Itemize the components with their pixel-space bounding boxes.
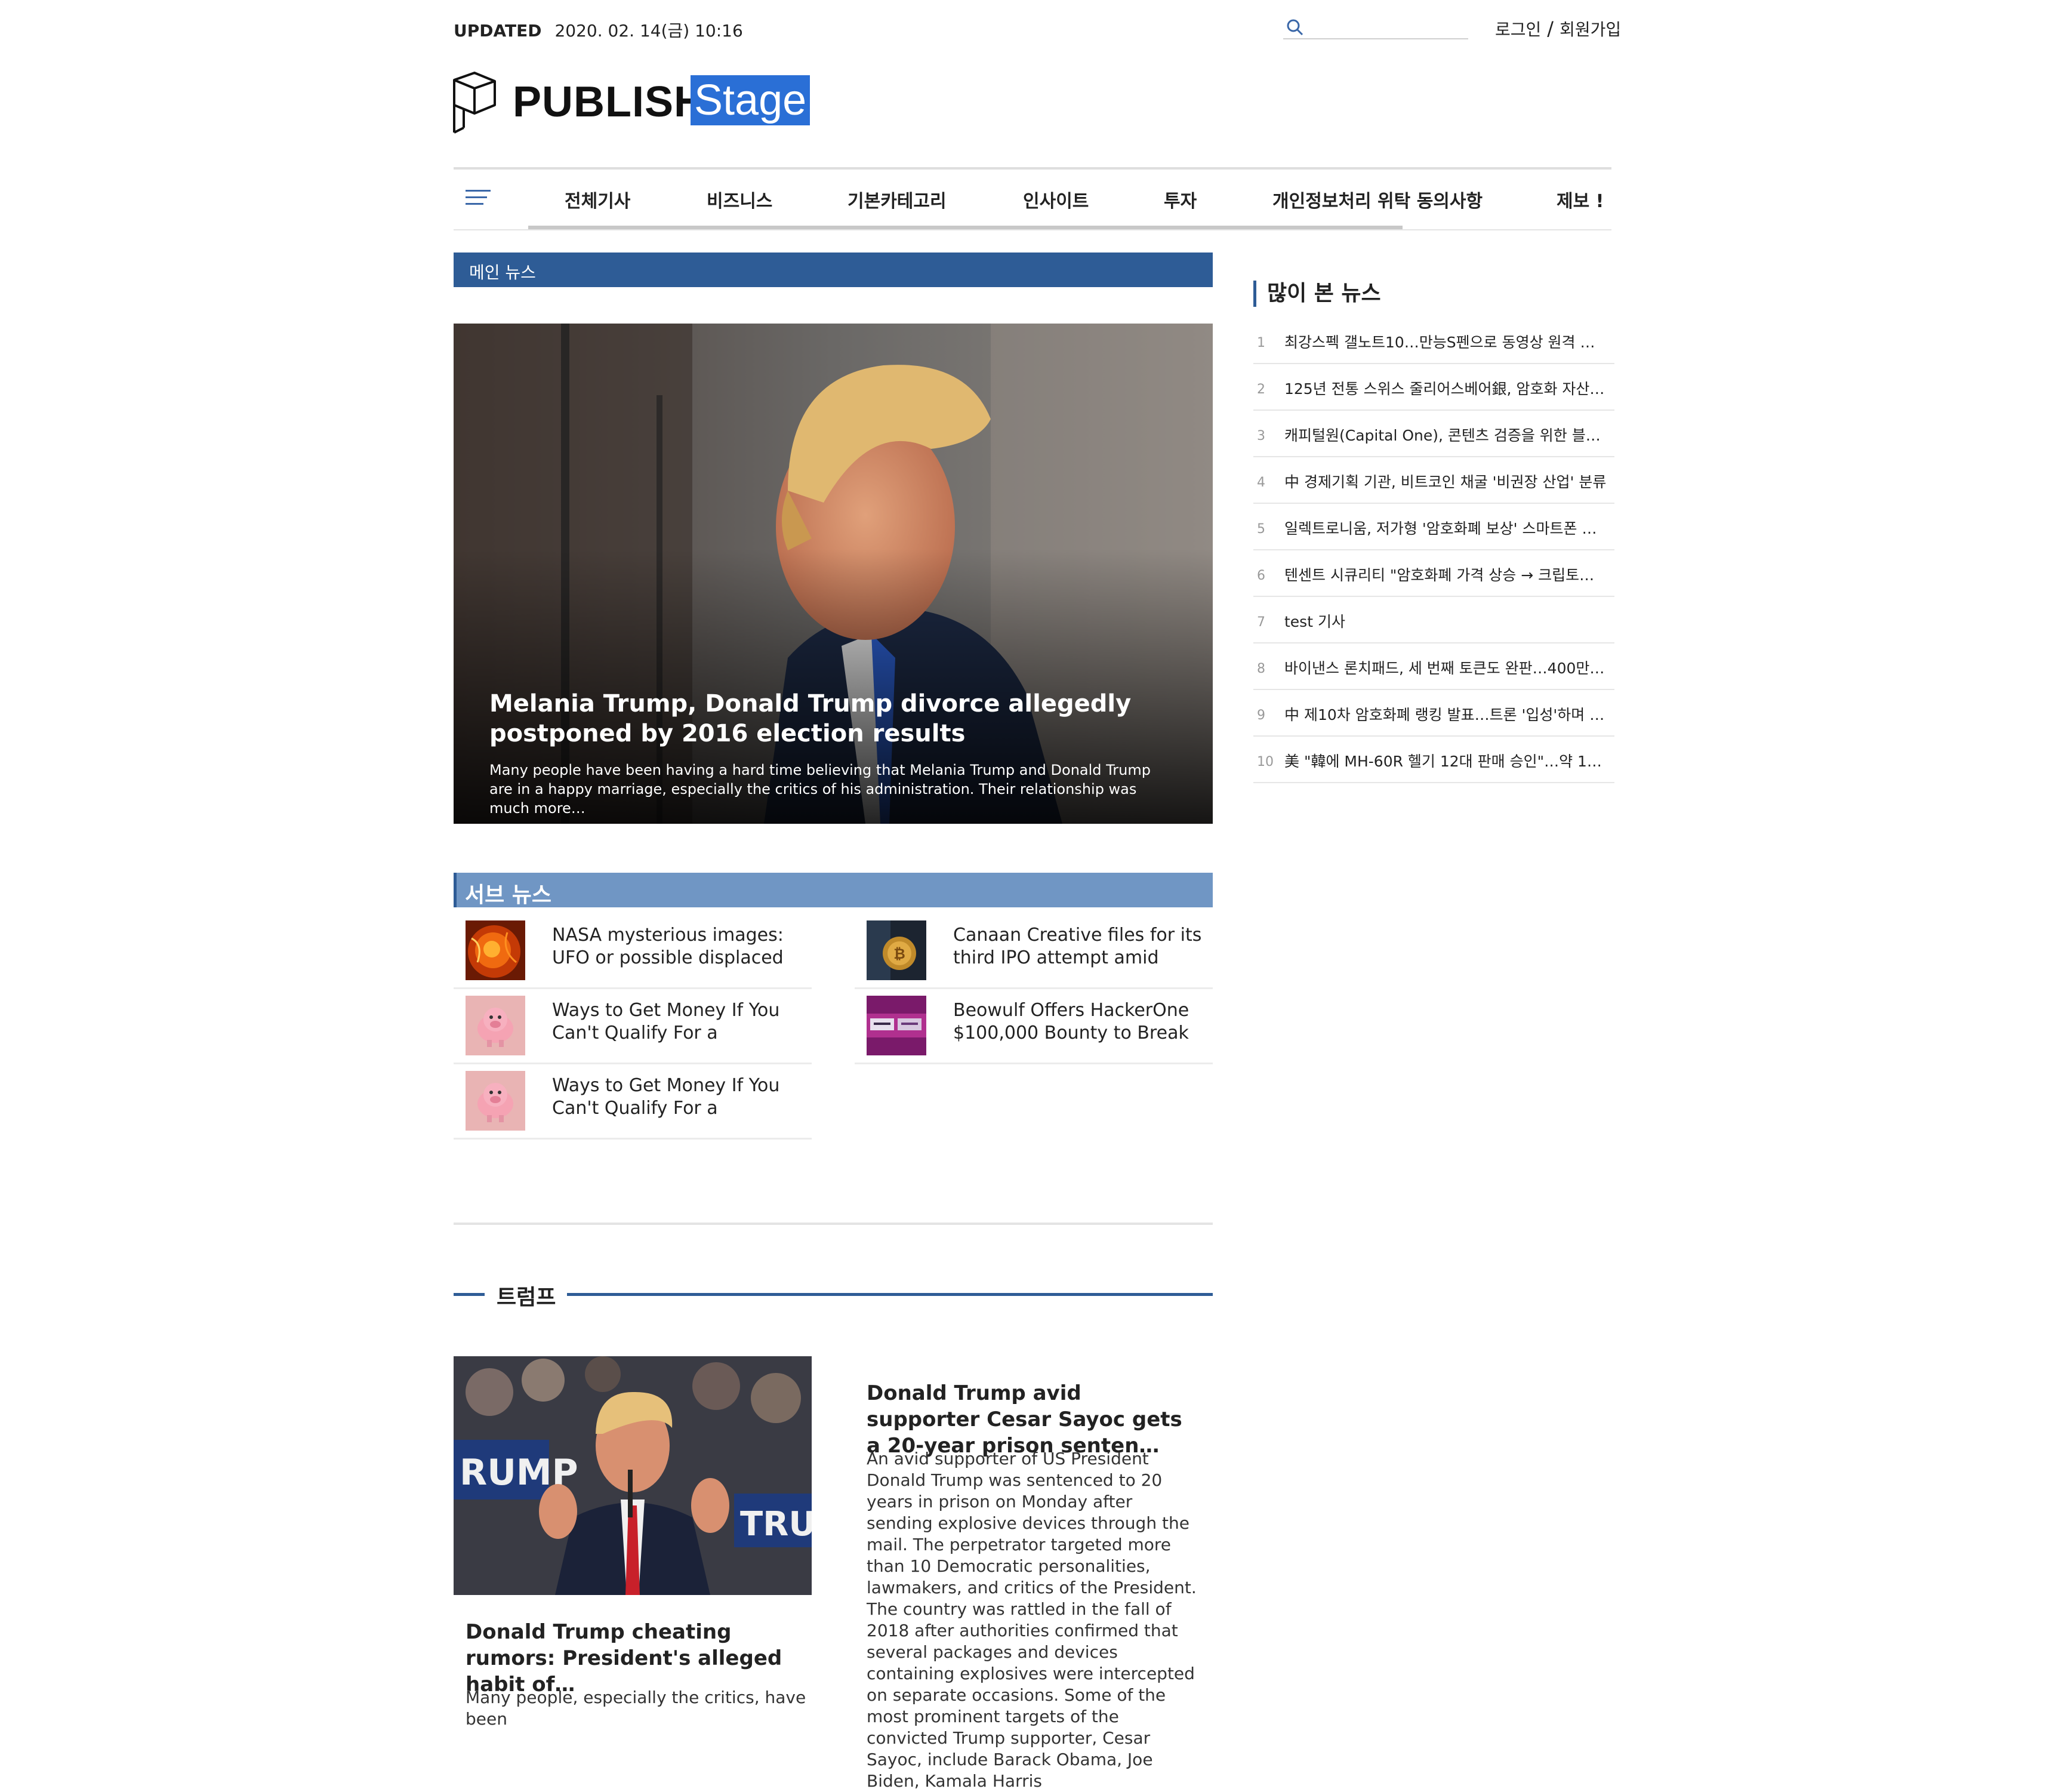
rank-number: 3 bbox=[1257, 429, 1265, 444]
section-line-right bbox=[567, 1293, 1213, 1296]
updated-time: 2020. 02. 14(금) 10:16 bbox=[554, 21, 743, 41]
nav-item-insight[interactable]: 인사이트 bbox=[1023, 186, 1089, 213]
rank-number: 5 bbox=[1257, 522, 1265, 537]
bitcoin-thumbnail[interactable]: ₿ bbox=[867, 920, 926, 980]
most-viewed-item[interactable]: 1 최강스펙 갤노트10…만능S펜으로 동영상 원격 촬… bbox=[1253, 318, 1614, 364]
trump-article-1-description: Many people, especially the critics, hav… bbox=[466, 1688, 806, 1729]
nav-item-investment[interactable]: 투자 bbox=[1164, 186, 1197, 213]
auth-separator: / bbox=[1547, 17, 1554, 40]
most-viewed-item[interactable]: 5 일렉트로니움, 저가형 '암호화폐 보상' 스마트폰 출시 bbox=[1253, 504, 1614, 550]
most-viewed-link[interactable]: 캐피털원(Capital One), 콘텐츠 검증을 위한 블록… bbox=[1284, 424, 1607, 445]
most-viewed-item[interactable]: 7 test 기사 bbox=[1253, 597, 1614, 643]
page: UPDATED 2020. 02. 14(금) 10:16 로그인 / 회원가입 PU… bbox=[0, 0, 2071, 1791]
most-viewed-item[interactable]: 9 中 제10차 암호화폐 랭킹 발표…트론 '입성'하며 2… bbox=[1253, 690, 1614, 737]
sub-news-item[interactable]: NASA mysterious images: UFO or possible … bbox=[454, 913, 812, 989]
svg-text:TRU: TRU bbox=[740, 1505, 812, 1544]
main-news-title[interactable]: Melania Trump, Donald Trump divorce alle… bbox=[489, 689, 1182, 749]
search-input[interactable] bbox=[1313, 17, 1465, 38]
most-viewed-item[interactable]: 2 125년 전통 스위스 줄리어스베어銀, 암호화 자산 … bbox=[1253, 364, 1614, 411]
piggy-bank-thumbnail[interactable] bbox=[466, 996, 525, 1055]
rank-number: 9 bbox=[1257, 708, 1265, 723]
sub-news-item[interactable]: Ways to Get Money If You Can't Qualify F… bbox=[454, 1064, 812, 1140]
auth-links: 로그인 / 회원가입 bbox=[1495, 17, 1621, 41]
search-icon[interactable] bbox=[1286, 18, 1305, 37]
rank-number: 6 bbox=[1257, 568, 1265, 583]
rank-number: 7 bbox=[1257, 615, 1265, 630]
nav-item-all-articles[interactable]: 전체기사 bbox=[565, 186, 630, 213]
most-viewed-link[interactable]: test 기사 bbox=[1284, 610, 1607, 632]
most-viewed-link[interactable]: 中 제10차 암호화폐 랭킹 발표…트론 '입성'하며 2… bbox=[1284, 703, 1607, 725]
nav-item-business[interactable]: 비즈니스 bbox=[707, 186, 772, 213]
rank-number: 1 bbox=[1257, 335, 1265, 350]
rank-number: 10 bbox=[1257, 755, 1274, 769]
main-news-description: Many people have been having a hard time… bbox=[489, 762, 1151, 817]
trump-article-2-title[interactable]: Donald Trump avid supporter Cesar Sayoc … bbox=[867, 1380, 1201, 1459]
most-viewed-item[interactable]: 8 바이낸스 론치패드, 세 번째 토큰도 완판…400만 … bbox=[1253, 643, 1614, 690]
most-viewed-link[interactable]: 美 "韓에 MH-60R 헬기 12대 판매 승인"…약 1조… bbox=[1284, 750, 1607, 771]
rank-number: 2 bbox=[1257, 382, 1265, 397]
section-line-left bbox=[454, 1293, 485, 1296]
trump-article-1-title[interactable]: Donald Trump cheating rumors: President'… bbox=[466, 1619, 812, 1698]
main-news-header: 메인 뉴스 bbox=[454, 253, 1213, 287]
sub-news-title[interactable]: Beowulf Offers HackerOne $100,000 Bounty… bbox=[953, 999, 1210, 1047]
most-viewed-link[interactable]: 텐센트 시큐리티 "암호화폐 가격 상승 → 크립토재… bbox=[1284, 564, 1607, 585]
most-viewed-link[interactable]: 中 경제기획 기관, 비트코인 채굴 '비권장 산업' 분류 bbox=[1284, 470, 1607, 492]
sub-news-title[interactable]: Ways to Get Money If You Can't Qualify F… bbox=[552, 1074, 809, 1122]
main-news-hero[interactable]: Melania Trump, Donald Trump divorce alle… bbox=[454, 324, 1213, 824]
most-viewed-link[interactable]: 일렉트로니움, 저가형 '암호화폐 보상' 스마트폰 출시 bbox=[1284, 517, 1607, 538]
section-divider bbox=[454, 1223, 1213, 1225]
most-viewed-link[interactable]: 125년 전통 스위스 줄리어스베어銀, 암호화 자산 … bbox=[1284, 377, 1607, 399]
most-viewed-item[interactable]: 4 中 경제기획 기관, 비트코인 채굴 '비권장 산업' 분류 bbox=[1253, 457, 1614, 504]
trump-article-2-description: An avid supporter of US President Donald… bbox=[867, 1449, 1197, 1791]
updated-info: UPDATED 2020. 02. 14(금) 10:16 bbox=[454, 18, 743, 42]
nav-item-privacy[interactable]: 개인정보처리 위탁 동의사항 bbox=[1272, 186, 1483, 213]
sub-news-header: 서브 뉴스 bbox=[454, 873, 1213, 907]
sub-news-item[interactable]: Ways to Get Money If You Can't Qualify F… bbox=[454, 989, 812, 1064]
main-news-label: 메인 뉴스 bbox=[469, 263, 536, 282]
sun-thumbnail[interactable] bbox=[466, 920, 525, 980]
logo-mark-icon bbox=[453, 72, 496, 134]
signup-link[interactable]: 회원가입 bbox=[1560, 20, 1621, 39]
most-viewed-item[interactable]: 10 美 "韓에 MH-60R 헬기 12대 판매 승인"…약 1조… bbox=[1253, 737, 1614, 783]
piggy-bank-thumbnail[interactable] bbox=[466, 1071, 525, 1131]
nav-item-default-category[interactable]: 기본카테고리 bbox=[847, 186, 947, 213]
logo-text-accent: Stage bbox=[691, 75, 810, 125]
sub-news-item[interactable]: Beowulf Offers HackerOne $100,000 Bounty… bbox=[855, 989, 1213, 1064]
sub-news-title[interactable]: Ways to Get Money If You Can't Qualify F… bbox=[552, 999, 809, 1047]
trump-rally-image: RUMP TRU bbox=[454, 1356, 812, 1595]
sub-news-label: 서브 뉴스 bbox=[465, 883, 552, 907]
svg-text:₿: ₿ bbox=[893, 946, 905, 962]
sub-news-item[interactable]: ₿ Canaan Creative files for its third IP… bbox=[855, 913, 1213, 989]
most-viewed-list: 1 최강스펙 갤노트10…만능S펜으로 동영상 원격 촬… 2 125년 전통 스위… bbox=[1253, 318, 1614, 783]
logo-text: PUBLISH bbox=[513, 78, 706, 126]
nav-bottom-border bbox=[454, 229, 1611, 230]
login-link[interactable]: 로그인 bbox=[1495, 20, 1541, 39]
most-viewed-item[interactable]: 6 텐센트 시큐리티 "암호화폐 가격 상승 → 크립토재… bbox=[1253, 550, 1614, 597]
most-viewed-link[interactable]: 최강스펙 갤노트10…만능S펜으로 동영상 원격 촬… bbox=[1284, 331, 1607, 352]
nav-item-tip[interactable]: 제보 ! bbox=[1557, 186, 1604, 213]
sub-news-title[interactable]: Canaan Creative files for its third IPO … bbox=[953, 924, 1210, 972]
main-nav: 전체기사 비즈니스 기본카테고리 인사이트 투자 개인정보처리 위탁 동의사항 … bbox=[454, 170, 1611, 229]
rank-number: 8 bbox=[1257, 661, 1265, 676]
hackerone-thumbnail[interactable] bbox=[867, 996, 926, 1055]
menu-icon[interactable] bbox=[466, 190, 491, 208]
hero-image bbox=[454, 324, 1213, 824]
sub-news-title[interactable]: NASA mysterious images: UFO or possible … bbox=[552, 924, 809, 972]
search-box bbox=[1283, 17, 1468, 39]
rank-number: 4 bbox=[1257, 475, 1265, 490]
updated-label: UPDATED bbox=[454, 21, 542, 41]
most-viewed-title: 많이 본 뉴스 bbox=[1253, 281, 1381, 307]
trump-section-title[interactable]: 트럼프 bbox=[497, 1280, 556, 1311]
trump-article-image[interactable]: RUMP TRU bbox=[454, 1356, 812, 1595]
most-viewed-item[interactable]: 3 캐피털원(Capital One), 콘텐츠 검증을 위한 블록… bbox=[1253, 411, 1614, 457]
most-viewed-link[interactable]: 바이낸스 론치패드, 세 번째 토큰도 완판…400만 … bbox=[1284, 657, 1607, 678]
